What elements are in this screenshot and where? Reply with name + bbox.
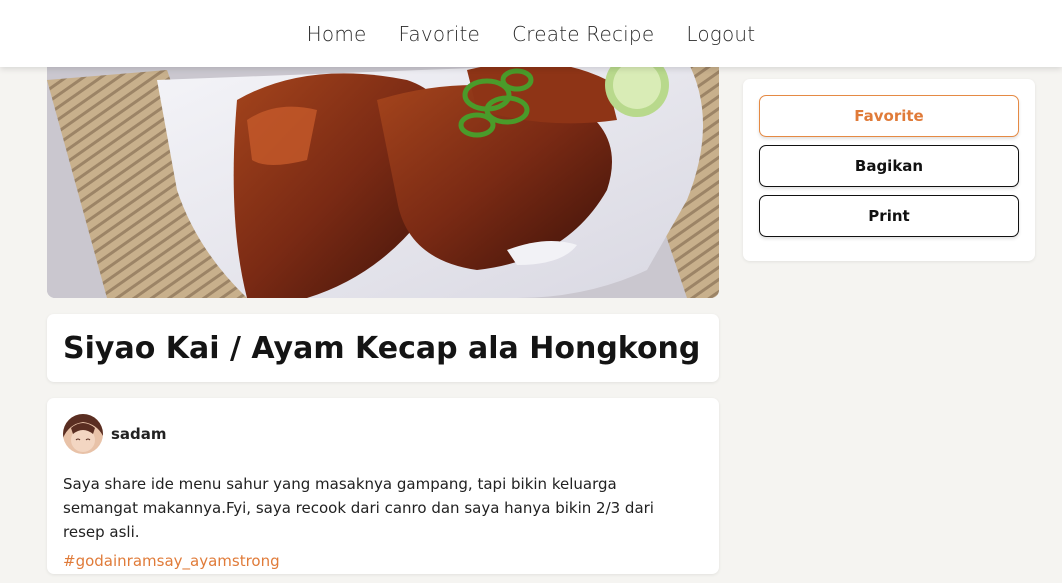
recipe-description: Saya share ide menu sahur yang masaknya … [63, 475, 654, 541]
nav-logout-link[interactable]: Logout [686, 22, 755, 46]
recipe-description-card: sadam Saya share ide menu sahur yang mas… [47, 398, 719, 574]
nav-home-link[interactable]: Home [307, 22, 367, 46]
avatar-image [63, 414, 103, 454]
top-navbar: Home Favorite Create Recipe Logout [0, 0, 1062, 67]
print-button[interactable]: Print [759, 195, 1019, 237]
recipe-title-card: Siyao Kai / Ayam Kecap ala Hongkong [47, 314, 719, 382]
recipe-photo [47, 40, 719, 298]
author-name[interactable]: sadam [111, 425, 167, 443]
avatar[interactable] [63, 414, 103, 454]
favorite-button[interactable]: Favorite [759, 95, 1019, 137]
share-button[interactable]: Bagikan [759, 145, 1019, 187]
nav-links: Home Favorite Create Recipe Logout [307, 22, 756, 46]
author-row: sadam [63, 414, 703, 454]
recipe-title: Siyao Kai / Ayam Kecap ala Hongkong [63, 330, 701, 366]
nav-create-recipe-link[interactable]: Create Recipe [512, 22, 654, 46]
recipe-image [47, 40, 719, 298]
recipe-actions-card: Favorite Bagikan Print [743, 79, 1035, 261]
recipe-hashtag[interactable]: #godainramsay_ayamstrong [63, 552, 703, 570]
nav-favorite-link[interactable]: Favorite [399, 22, 481, 46]
